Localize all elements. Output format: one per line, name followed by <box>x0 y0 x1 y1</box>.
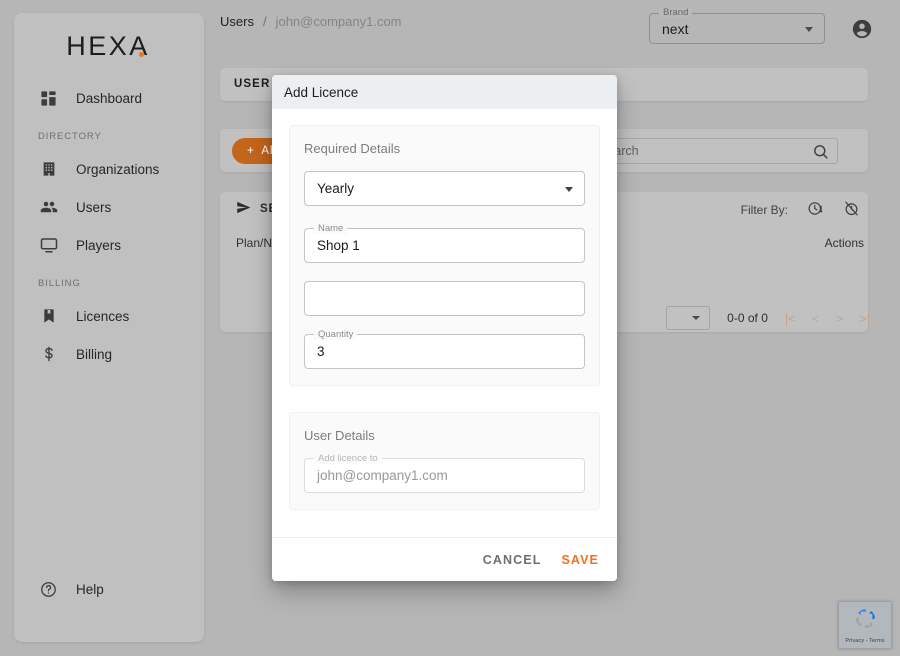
sidebar-section-header: DIRECTORY <box>38 131 102 142</box>
plus-icon: + <box>247 145 255 157</box>
column-header-actions: Actions <box>824 236 864 250</box>
sidebar-section-header: BILLING <box>38 278 81 289</box>
add-licence-to-label: Add licence to <box>314 453 382 464</box>
send-icon <box>236 200 251 218</box>
brand-select-label: Brand <box>659 7 693 18</box>
brand-select-value: next <box>662 21 689 37</box>
sidebar-item-label: Users <box>76 199 112 215</box>
quantity-field[interactable]: Quantity 3 <box>304 329 585 369</box>
cancel-button[interactable]: CANCEL <box>483 553 542 567</box>
rows-per-page-select[interactable] <box>666 306 711 330</box>
sidebar-item-help[interactable]: Help <box>14 570 204 608</box>
breadcrumb: Users / john@company1.com <box>220 14 402 29</box>
dollar-icon <box>39 345 58 364</box>
app-root: HEXA Dashboard DIRECTORY Organizations U… <box>0 0 900 656</box>
filter-bar: Filter By: <box>741 200 860 220</box>
section-title: Required Details <box>304 141 401 156</box>
chevron-down-icon <box>565 187 573 192</box>
dashboard-grid-icon <box>39 89 58 108</box>
clock-off-icon[interactable] <box>843 200 860 220</box>
add-licence-to-field: Add licence to john@company1.com <box>304 453 585 493</box>
sidebar-item-users[interactable]: Users <box>14 188 204 226</box>
app-logo: HEXA <box>14 13 204 79</box>
breadcrumb-root-link[interactable]: Users <box>220 14 254 29</box>
name-field-value: Shop 1 <box>317 238 360 253</box>
logo-text: HEXA <box>66 30 150 61</box>
last-page-button[interactable]: >| <box>859 311 870 326</box>
save-button[interactable]: SAVE <box>561 553 599 567</box>
section-title: User Details <box>304 428 375 443</box>
monitor-icon <box>39 236 58 255</box>
quantity-field-label: Quantity <box>314 329 358 340</box>
breadcrumb-current: john@company1.com <box>275 14 402 29</box>
building-icon <box>39 160 58 179</box>
sidebar-item-label: Help <box>76 581 104 597</box>
prev-page-button[interactable]: < <box>812 311 820 326</box>
sidebar-item-label: Licences <box>76 308 130 324</box>
sidebar-item-players[interactable]: Players <box>14 226 204 264</box>
dialog-header: Add Licence <box>272 75 617 109</box>
sidebar: HEXA Dashboard DIRECTORY Organizations U… <box>14 13 204 642</box>
search-input[interactable]: Search <box>588 138 838 164</box>
sidebar-item-label: Organizations <box>76 161 160 177</box>
sidebar-item-label: Dashboard <box>76 90 143 106</box>
breadcrumb-separator: / <box>262 14 267 29</box>
pagination-range: 0-0 of 0 <box>727 311 768 325</box>
dialog-title: Add Licence <box>284 84 359 100</box>
account-circle-icon[interactable] <box>851 18 873 45</box>
name-field[interactable]: Name Shop 1 <box>304 223 585 263</box>
dialog-body: Required Details Yearly Name Shop 1 Quan… <box>272 109 617 537</box>
user-details-section: User Details Add licence to john@company… <box>289 412 600 510</box>
chevron-down-icon <box>692 316 701 320</box>
sidebar-item-licences[interactable]: Licences <box>14 297 204 335</box>
name-field-label: Name <box>314 223 348 234</box>
brand-select[interactable]: Brand next <box>649 7 825 44</box>
clock-alert-icon[interactable] <box>807 200 824 220</box>
add-licence-dialog: Add Licence Required Details Yearly Name… <box>272 75 617 581</box>
filter-by-label: Filter By: <box>740 203 788 217</box>
dialog-footer: CANCEL SAVE <box>272 537 617 581</box>
search-icon <box>812 143 829 165</box>
plan-period-select[interactable]: Yearly <box>304 171 585 206</box>
add-licence-to-value: john@company1.com <box>317 468 448 483</box>
required-details-section: Required Details Yearly Name Shop 1 Quan… <box>289 125 600 386</box>
plan-period-value: Yearly <box>317 181 355 196</box>
pagination: 0-0 of 0 |< < > >| <box>666 306 870 330</box>
next-page-button[interactable]: > <box>835 311 843 326</box>
logo-dot-icon <box>138 51 144 57</box>
sidebar-item-organizations[interactable]: Organizations <box>14 150 204 188</box>
sidebar-item-label: Players <box>76 237 122 253</box>
people-icon <box>39 198 58 217</box>
sidebar-section-billing: BILLING Licences Billing <box>14 278 204 373</box>
quantity-field-value: 3 <box>317 344 325 359</box>
bookmark-icon <box>39 307 58 326</box>
first-page-button[interactable]: |< <box>785 311 796 326</box>
recaptcha-terms[interactable]: Privacy - Terms <box>845 638 884 644</box>
chevron-down-icon <box>805 27 813 32</box>
help-circle-icon <box>39 580 58 599</box>
recaptcha-badge[interactable]: Privacy - Terms <box>838 601 892 649</box>
recaptcha-icon <box>853 606 878 636</box>
sidebar-item-billing[interactable]: Billing <box>14 335 204 373</box>
sidebar-section-directory: DIRECTORY Organizations Users Players <box>14 131 204 264</box>
secondary-text-field[interactable] <box>304 281 585 316</box>
sidebar-item-label: Billing <box>76 346 113 362</box>
sidebar-item-dashboard[interactable]: Dashboard <box>14 79 204 117</box>
